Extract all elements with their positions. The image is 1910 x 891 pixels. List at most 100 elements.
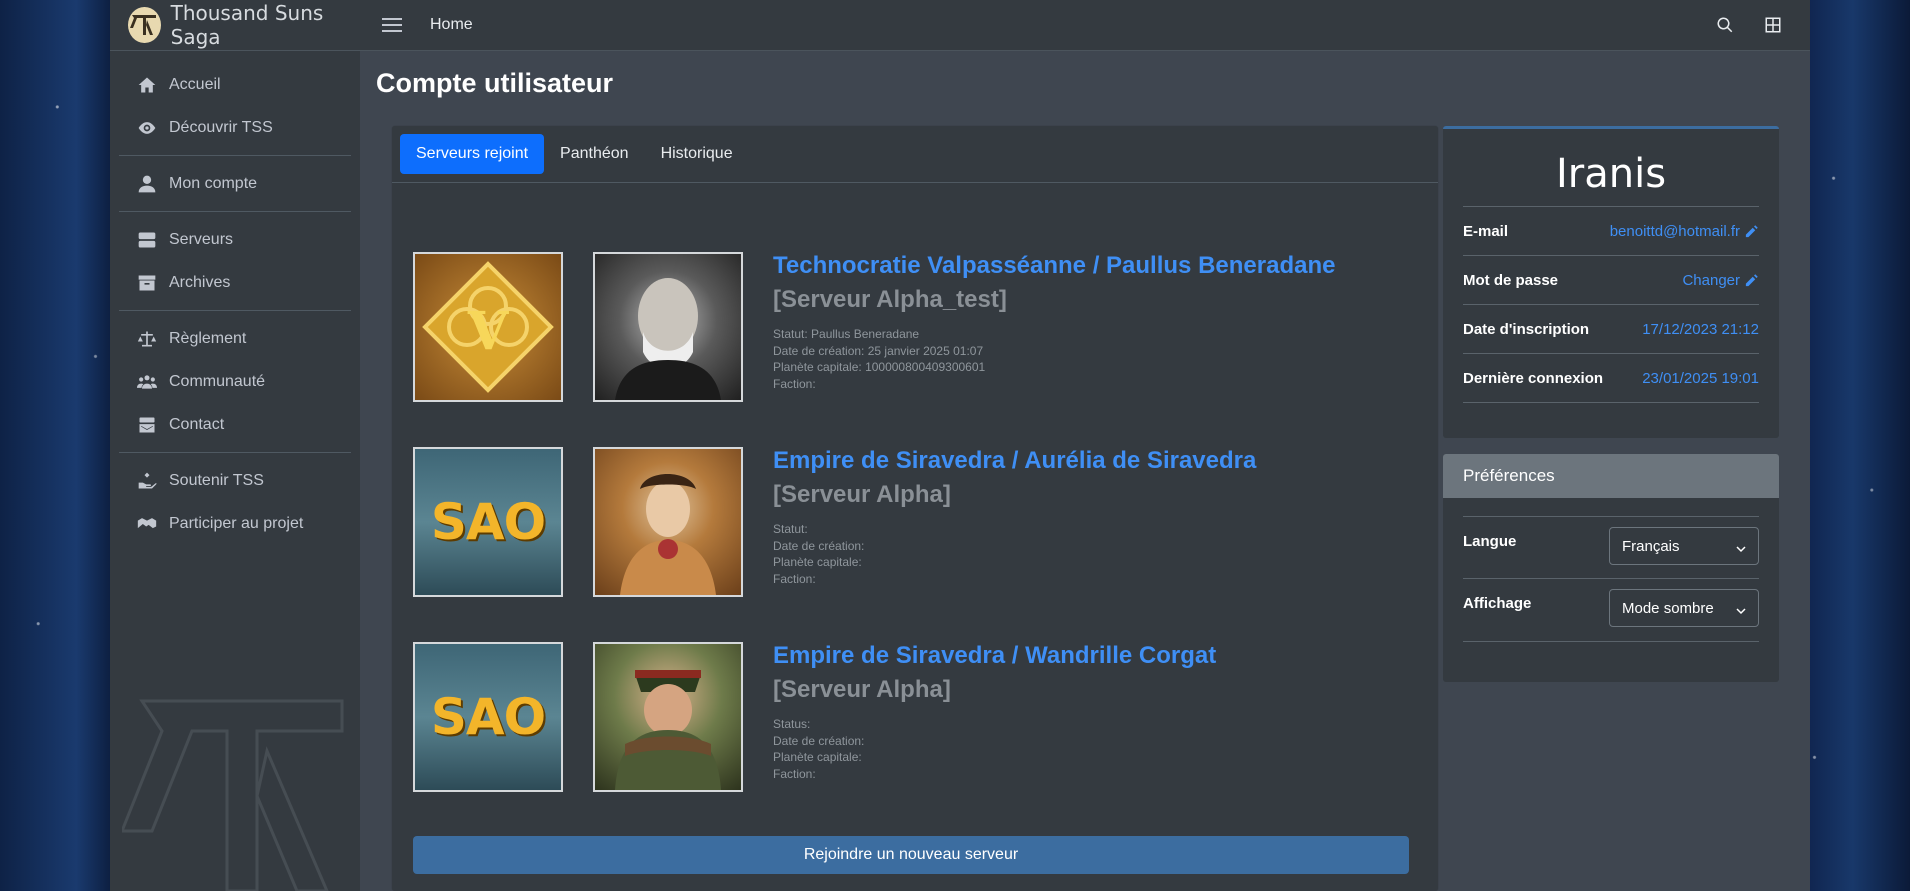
tab-serveurs-rejoint[interactable]: Serveurs rejoint — [400, 134, 545, 174]
password-change-link[interactable]: Changer — [1682, 272, 1759, 289]
sidebar-item-accueil[interactable]: Accueil — [119, 63, 351, 106]
archive-icon — [137, 273, 157, 293]
card-tabs: Serveurs rejoint Panthéon Historique — [392, 126, 1438, 183]
nav-group: Règlement Communauté Contact — [119, 311, 351, 453]
svg-text:V: V — [467, 301, 510, 362]
brand-name: Thousand Suns Saga — [170, 1, 324, 49]
sidebar-item-label: Contact — [169, 415, 225, 433]
fullscreen-icon[interactable] — [1764, 16, 1782, 34]
profile-card: Iranis E-mail benoittd@hotmail.fr Mot de… — [1443, 126, 1779, 438]
home-icon — [137, 75, 157, 95]
select-value: Français — [1622, 537, 1680, 555]
tab-historique[interactable]: Historique — [645, 134, 749, 174]
sidebar-item-reglement[interactable]: Règlement — [119, 317, 351, 360]
pencil-icon — [1745, 224, 1758, 237]
meta-capital: Planète capitale: 100000800409300601 — [773, 360, 986, 374]
sidebar-item-mon-compte[interactable]: Mon compte — [119, 162, 351, 205]
sidebar-item-label: Soutenir TSS — [169, 471, 264, 489]
profile-row-password: Mot de passe Changer — [1463, 256, 1759, 305]
meta-status: Statut: — [773, 522, 808, 536]
meta-faction: Faction: — [773, 766, 816, 781]
server-info: Empire de Siravedra / Wandrille Corgat [… — [773, 642, 1216, 792]
sidebar-item-contact[interactable]: Contact — [119, 403, 351, 446]
brand-watermark-icon — [122, 699, 344, 891]
server-title-link[interactable]: Empire de Siravedra / Wandrille Corgat — [773, 642, 1216, 670]
sidebar: Thousand Suns Saga Accueil Découvrir TSS… — [110, 0, 360, 891]
user-icon — [137, 174, 157, 194]
sidebar-item-decouvrir[interactable]: Découvrir TSS — [119, 106, 351, 149]
page-title: Compte utilisateur — [376, 68, 614, 98]
profile-label: Date d'inscription — [1463, 320, 1590, 338]
pencil-icon — [1745, 273, 1758, 286]
sidebar-item-label: Archives — [169, 273, 231, 291]
server-entry: SAO Empire de Siravedra / Wandrille Corg… — [413, 642, 1216, 792]
server-meta: Statut: Paullus Beneradane Date de créat… — [773, 326, 1335, 392]
topbar-actions — [1716, 16, 1782, 34]
profile-label: Dernière connexion — [1463, 369, 1604, 387]
app-window: Thousand Suns Saga Accueil Découvrir TSS… — [110, 0, 1810, 891]
server-title-link[interactable]: Technocratie Valpasséanne / Paullus Bene… — [773, 252, 1335, 280]
server-name: [Serveur Alpha] — [773, 676, 951, 703]
language-select[interactable]: Français — [1609, 527, 1759, 565]
meta-capital: Planète capitale: — [773, 750, 862, 764]
meta-faction: Faction: — [773, 376, 816, 391]
pref-label: Langue — [1463, 533, 1517, 550]
search-icon[interactable] — [1716, 16, 1734, 34]
server-entry: SAO Empire de Siravedra / Aurélia de Sir… — [413, 447, 1256, 597]
eye-icon — [137, 118, 157, 138]
preferences-card: Préférences Langue Français Affichage Mo… — [1443, 454, 1779, 682]
leader-portrait — [593, 252, 743, 402]
tab-pantheon[interactable]: Panthéon — [544, 134, 645, 174]
server-meta: Statut: Date de création: Planète capita… — [773, 521, 1256, 587]
meta-date: Date de création: 25 janvier 2025 01:07 — [773, 343, 984, 358]
emblem-text: SAO — [430, 493, 546, 551]
server-info: Empire de Siravedra / Aurélia de Siraved… — [773, 447, 1256, 597]
sidebar-item-label: Accueil — [169, 75, 221, 93]
server-icon — [137, 230, 157, 250]
display-mode-select[interactable]: Mode sombre — [1609, 589, 1759, 627]
users-icon — [137, 372, 157, 392]
mail-bulk-icon — [137, 415, 157, 435]
meta-date: Date de création: — [773, 538, 865, 553]
nav-group: Soutenir TSS Participer au projet — [119, 453, 351, 551]
menu-toggle-icon[interactable] — [382, 16, 402, 34]
profile-label: Mot de passe — [1463, 271, 1559, 289]
profile-row-last-login: Dernière connexion 23/01/2025 19:01 — [1463, 354, 1759, 403]
sidebar-item-serveurs[interactable]: Serveurs — [119, 218, 351, 261]
server-entry: V Technocratie Valpasséanne / Paullus Be… — [413, 252, 1335, 402]
hand-holding-icon — [137, 471, 157, 491]
sidebar-item-communaute[interactable]: Communauté — [119, 360, 351, 403]
pref-row-display: Affichage Mode sombre — [1463, 579, 1759, 642]
chevron-down-icon — [1736, 603, 1746, 615]
nav-group: Serveurs Archives — [119, 212, 351, 311]
leader-portrait — [593, 447, 743, 597]
emblem-text: SAO — [430, 688, 546, 746]
nav-group: Mon compte — [119, 156, 351, 212]
sidebar-item-label: Mon compte — [169, 174, 258, 192]
sidebar-item-label: Règlement — [169, 329, 247, 347]
preferences-body: Langue Français Affichage Mode sombre — [1443, 498, 1779, 642]
sidebar-item-archives[interactable]: Archives — [119, 261, 351, 304]
profile-value: benoittd@hotmail.fr — [1609, 222, 1740, 240]
sidebar-nav: Accueil Découvrir TSS Mon compte Serveur… — [110, 51, 360, 557]
join-server-button[interactable]: Rejoindre un nouveau serveur — [413, 836, 1409, 874]
home-link[interactable]: Home — [430, 16, 473, 34]
sidebar-item-participer[interactable]: Participer au projet — [119, 502, 351, 545]
handshake-icon — [137, 514, 157, 534]
sidebar-item-soutenir[interactable]: Soutenir TSS — [119, 459, 351, 502]
sidebar-item-label: Découvrir TSS — [169, 118, 273, 136]
sidebar-item-label: Communauté — [169, 372, 266, 390]
profile-row-signup-date: Date d'inscription 17/12/2023 21:12 — [1463, 305, 1759, 354]
brand[interactable]: Thousand Suns Saga — [110, 0, 360, 51]
server-title-link[interactable]: Empire de Siravedra / Aurélia de Siraved… — [773, 447, 1256, 475]
email-edit-link[interactable]: benoittd@hotmail.fr — [1610, 223, 1759, 240]
server-name: [Serveur Alpha_test] — [773, 286, 1007, 313]
profile-label: E-mail — [1463, 222, 1509, 240]
pref-label: Affichage — [1463, 595, 1532, 612]
server-meta: Status: Date de création: Planète capita… — [773, 716, 1216, 782]
server-name: [Serveur Alpha] — [773, 481, 951, 508]
meta-date: Date de création: — [773, 733, 865, 748]
meta-faction: Faction: — [773, 571, 816, 586]
leader-portrait — [593, 642, 743, 792]
profile-value: 23/01/2025 19:01 — [1642, 369, 1759, 387]
